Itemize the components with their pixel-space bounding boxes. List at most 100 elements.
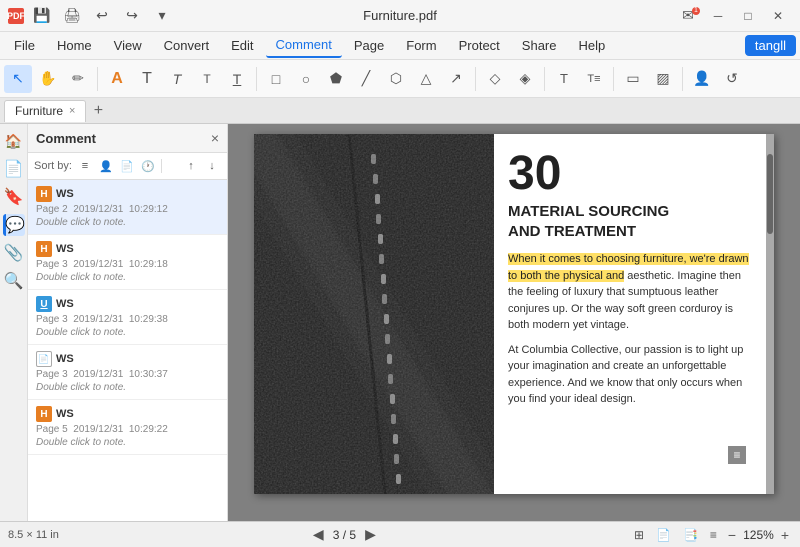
user-button[interactable]: tangll (745, 35, 796, 56)
email-icon[interactable]: ✉ 1 (674, 5, 702, 27)
fit-width-btn[interactable]: ⊞ (630, 526, 648, 544)
attachment-icon[interactable]: 📎 (3, 242, 25, 264)
zoom-level: 125% (743, 528, 774, 542)
comment-item[interactable]: H WS Page 3 2019/12/31 10:29:18 Double c… (28, 235, 227, 290)
comment-icon[interactable]: 💬 (3, 214, 25, 236)
comment-meta: Page 3 2019/12/31 10:29:18 (36, 259, 219, 270)
comment-row: H WS (36, 406, 219, 422)
maximize-btn[interactable]: □ (734, 5, 762, 27)
prev-page-btn[interactable]: ◀ (310, 526, 327, 543)
comment-item[interactable]: H WS Page 2 2019/12/31 10:29:12 Double c… (28, 180, 227, 235)
comment-badge: H (36, 186, 52, 202)
rect-tool[interactable]: □ (262, 65, 290, 93)
undo-btn[interactable]: ↩ (90, 6, 114, 26)
pages-icon[interactable]: 📄 (3, 158, 25, 180)
left-sidebar: 🏠 📄 🔖 💬 📎 🔍 (0, 124, 28, 521)
single-page-btn[interactable]: 📄 (652, 526, 675, 544)
next-page-btn[interactable]: ▶ (362, 526, 379, 543)
comment-item[interactable]: U WS Page 3 2019/12/31 10:29:38 Double c… (28, 290, 227, 345)
app-icon: PDF (8, 8, 24, 24)
zoom-in-btn[interactable]: + (778, 527, 792, 543)
text-tool-4[interactable]: T (223, 65, 251, 93)
stamp-tool[interactable]: ◈ (511, 65, 539, 93)
pdf-body-highlighted: When it comes to choosing furniture, we'… (508, 251, 752, 334)
comment-hint: Double click to note. (36, 382, 219, 393)
comment-badge: 📄 (36, 351, 52, 367)
menu-convert[interactable]: Convert (154, 34, 220, 57)
sort-time-icon[interactable]: 🕐 (139, 157, 157, 175)
tab-close-btn[interactable]: × (69, 105, 75, 117)
hexagon-tool[interactable]: ⬡ (382, 65, 410, 93)
rotate-tool[interactable]: ↺ (718, 65, 746, 93)
menu-help[interactable]: Help (569, 34, 616, 57)
sort-icons: ≡ 👤 📄 🕐 (76, 157, 157, 175)
close-btn[interactable]: ✕ (764, 5, 792, 27)
menu-share[interactable]: Share (512, 34, 567, 57)
zoom-out-btn[interactable]: − (725, 527, 739, 543)
signature-tool[interactable]: 👤 (688, 65, 716, 93)
comment-list: H WS Page 2 2019/12/31 10:29:12 Double c… (28, 180, 227, 521)
tab-furniture[interactable]: Furniture × (4, 100, 86, 122)
menu-edit[interactable]: Edit (221, 34, 263, 57)
bookmark-icon[interactable]: 🔖 (3, 186, 25, 208)
comment-user: WS (56, 298, 74, 310)
area-tool[interactable]: ▨ (649, 65, 677, 93)
sort-list-icon[interactable]: ≡ (76, 157, 94, 175)
save-btn[interactable]: 💾 (30, 6, 54, 26)
bottom-bar: 8.5 × 11 in ◀ 3 / 5 ▶ ⊞ 📄 📑 ≡ − 125% + (0, 521, 800, 547)
menu-view[interactable]: View (104, 34, 152, 57)
print-btn[interactable]: 🖨 (60, 6, 84, 26)
sort-user-icon[interactable]: 👤 (97, 157, 115, 175)
pdf-scroll-thumb[interactable] (767, 154, 773, 234)
comment-item[interactable]: H WS Page 5 2019/12/31 10:29:22 Double c… (28, 400, 227, 455)
comment-item[interactable]: 📄 WS Page 3 2019/12/31 10:30:37 Double c… (28, 345, 227, 400)
menu-home[interactable]: Home (47, 34, 102, 57)
hand-tool[interactable]: ✋ (34, 65, 62, 93)
menu-protect[interactable]: Protect (449, 34, 510, 57)
diamond-tool[interactable]: ◇ (481, 65, 509, 93)
menu-form[interactable]: Form (396, 34, 446, 57)
search-sidebar-icon[interactable]: 🔍 (3, 270, 25, 292)
sep6 (682, 67, 683, 91)
arrow-tool[interactable]: ↗ (442, 65, 470, 93)
line-tool[interactable]: ╱ (352, 65, 380, 93)
window-title: Furniture.pdf (363, 8, 437, 23)
comment-hint: Double click to note. (36, 327, 219, 338)
tab-label: Furniture (15, 104, 63, 118)
text-tool-1[interactable]: T (133, 65, 161, 93)
page-size-label: 8.5 × 11 in (8, 529, 59, 541)
polygon-tool[interactable]: ⬟ (322, 65, 350, 93)
sort-page-icon[interactable]: 📄 (118, 157, 136, 175)
pdf-heading: MATERIAL SOURCINGAND TREATMENT (508, 202, 752, 241)
measure-tool[interactable]: ▭ (619, 65, 647, 93)
comment-meta: Page 3 2019/12/31 10:30:37 (36, 369, 219, 380)
pdf-scrollbar[interactable] (766, 134, 774, 494)
edit-tool[interactable]: ✏ (64, 65, 92, 93)
redo-btn[interactable]: ↪ (120, 6, 144, 26)
tab-add-btn[interactable]: + (88, 101, 108, 121)
text-tool-2[interactable]: T (163, 65, 191, 93)
two-page-btn[interactable]: 📑 (679, 526, 702, 544)
callout-tool[interactable]: T≡ (580, 65, 608, 93)
pdf-image (254, 134, 494, 494)
menu-page[interactable]: Page (344, 34, 394, 57)
select-tool[interactable]: ↖ (4, 65, 32, 93)
home-icon[interactable]: 🏠 (3, 130, 25, 152)
export-up-btn[interactable]: ↑ (182, 157, 200, 175)
panel-close-btn[interactable]: × (211, 130, 219, 146)
menu-comment[interactable]: Comment (266, 33, 342, 58)
minimize-btn[interactable]: ─ (704, 5, 732, 27)
export-down-btn[interactable]: ↓ (203, 157, 221, 175)
triangle-tool[interactable]: △ (412, 65, 440, 93)
typewriter-tool[interactable]: T (550, 65, 578, 93)
highlight-text-tool[interactable]: A (103, 65, 131, 93)
sep1 (97, 67, 98, 91)
continuous-btn[interactable]: ≡ (706, 526, 721, 544)
text-tool-3[interactable]: T (193, 65, 221, 93)
quick-access-btn[interactable]: ▾ (150, 6, 174, 26)
pdf-content-area[interactable]: 30 MATERIAL SOURCINGAND TREATMENT When i… (228, 124, 800, 521)
sep4 (544, 67, 545, 91)
menu-file[interactable]: File (4, 34, 45, 57)
ellipse-tool[interactable]: ○ (292, 65, 320, 93)
comment-user: WS (56, 353, 74, 365)
